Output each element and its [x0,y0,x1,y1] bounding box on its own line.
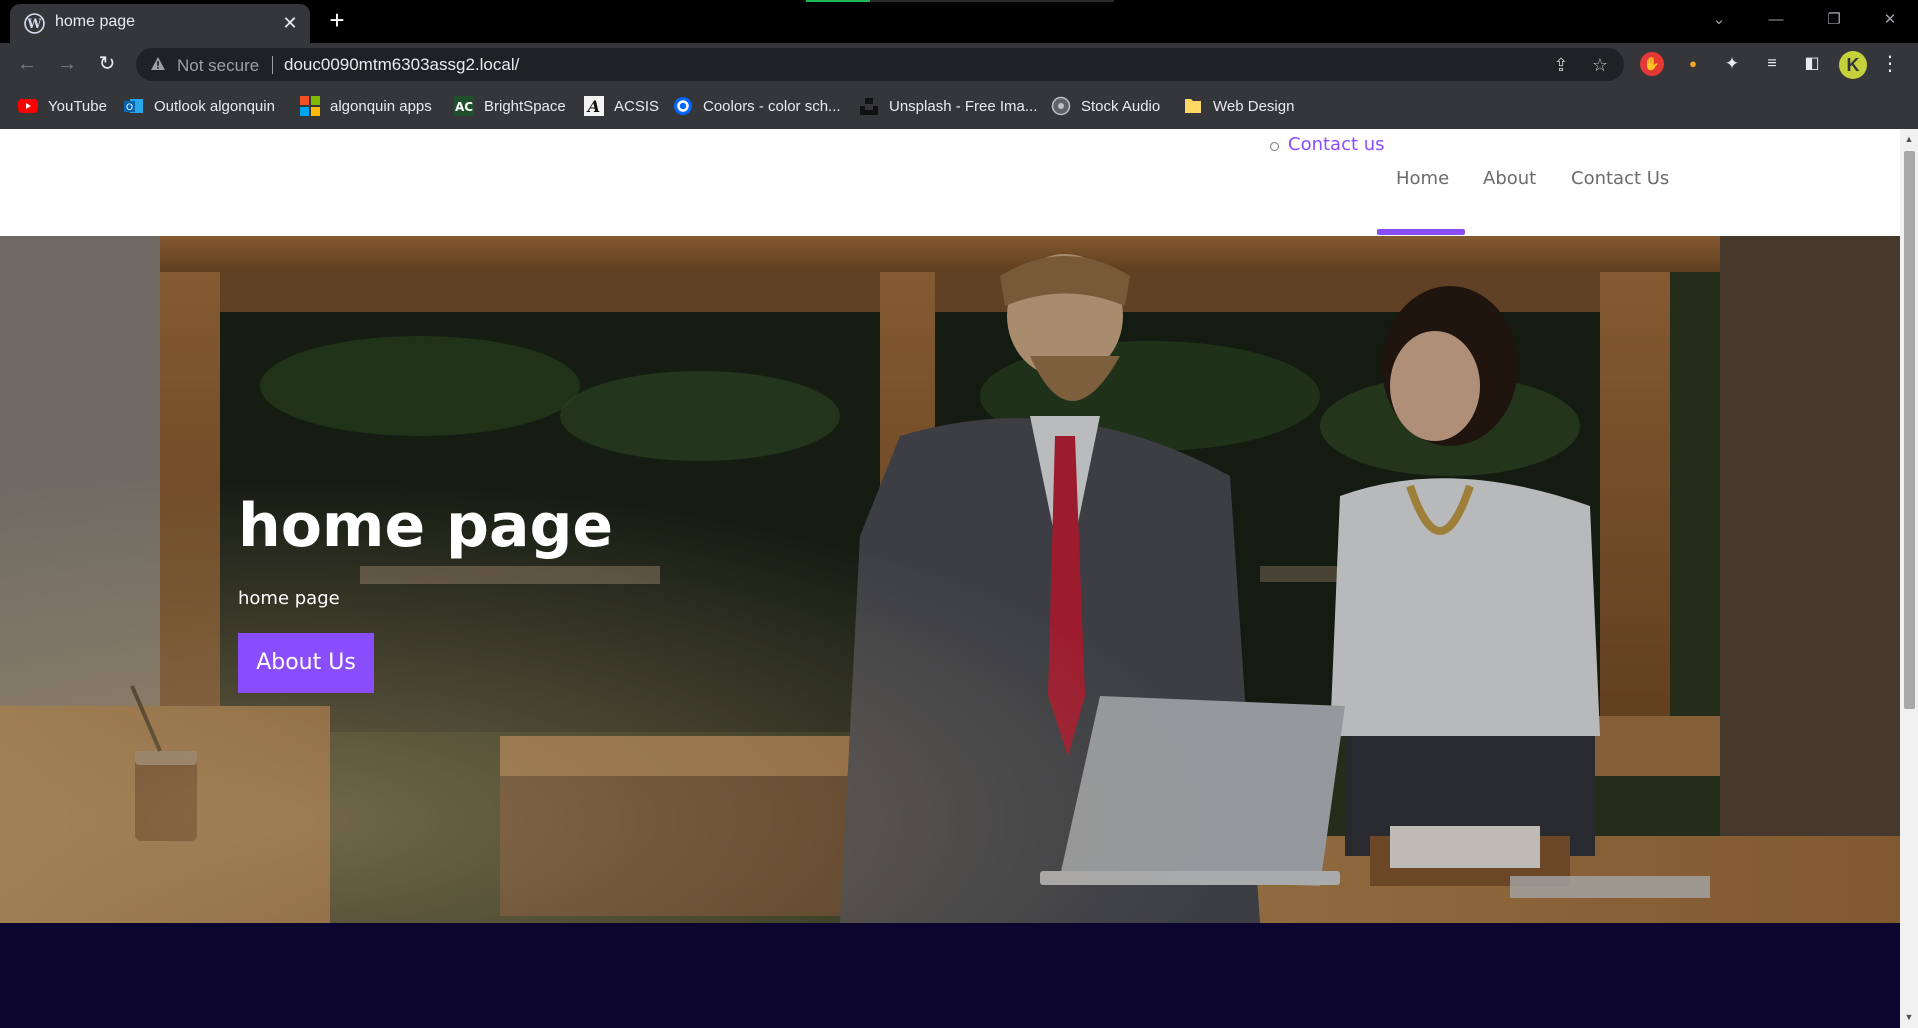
svg-text:W: W [26,16,42,31]
stock-audio-icon [1051,96,1071,116]
site-header: Contact us Home About Contact Us [0,129,1900,236]
side-panel-icon[interactable]: ◧ [1800,52,1824,76]
scroll-thumb[interactable] [1904,151,1915,709]
bookmark-star-icon[interactable]: ☆ [1589,54,1611,76]
browser-tab-active[interactable]: W home page ✕ [10,4,310,43]
brightspace-icon: AC [454,96,474,116]
media-progress-line [806,0,1114,2]
omnibox-divider [272,56,273,74]
bookmarks-bar: YouTube O Outlook algonquin algonquin ap… [0,85,1918,129]
dark-section [0,923,1900,1028]
not-secure-label[interactable]: Not secure [177,56,259,76]
adblock-extension-icon[interactable]: ✋ [1640,52,1664,76]
nav-home[interactable]: Home [1396,168,1449,189]
warning-icon [151,57,165,70]
close-window-button[interactable]: ✕ [1870,6,1910,34]
unsplash-icon [859,96,879,116]
page-viewport: Contact us Home About Contact Us home pa… [0,129,1900,1028]
bookmark-coolors[interactable]: Coolors - color sch... [673,95,841,117]
nav-contact-us[interactable]: Contact Us [1571,168,1669,189]
browser-menu-icon[interactable]: ⋮ [1880,51,1900,77]
reload-button[interactable]: ↻ [93,50,121,78]
hero-background-image [0,236,1900,923]
youtube-icon [18,96,38,116]
extensions-puzzle-icon[interactable]: ✦ [1720,52,1744,76]
tab-search-icon[interactable]: ⌄ [1699,6,1739,34]
url-text[interactable]: douc0090mtm6303assg2.local/ [284,55,519,75]
bookmark-brightspace[interactable]: AC BrightSpace [454,95,566,117]
folder-icon [1183,96,1203,116]
svg-text:A: A [586,97,600,116]
bookmark-web-design[interactable]: Web Design [1183,95,1294,117]
address-bar[interactable]: Not secure douc0090mtm6303assg2.local/ ⇪… [136,48,1624,81]
nav-about[interactable]: About [1483,168,1536,189]
forward-button[interactable]: → [53,50,81,78]
profile-avatar[interactable]: K [1839,51,1867,79]
restore-button[interactable]: ❐ [1814,6,1854,34]
list-bullet [1270,142,1279,151]
honey-extension-icon[interactable]: ● [1681,52,1705,76]
browser-toolbar: ← → ↻ Not secure douc0090mtm6303assg2.lo… [0,43,1918,85]
bookmark-unsplash[interactable]: Unsplash - Free Ima... [859,95,1037,117]
about-us-button[interactable]: About Us [238,633,374,693]
coolors-icon [673,96,693,116]
hero-subtitle: home page [238,588,340,609]
scroll-down-arrow-icon[interactable]: ▼ [1900,1009,1918,1025]
page-scrollbar[interactable]: ▲ ▼ [1900,129,1918,1028]
microsoft-icon [300,96,320,116]
nav-active-indicator [1377,229,1465,235]
hero-section: home page home page About Us [0,236,1900,923]
wordpress-icon: W [24,13,45,34]
minimize-button[interactable]: — [1756,6,1796,34]
bookmark-stock-audio[interactable]: Stock Audio [1051,95,1160,117]
media-queue-icon[interactable]: ≡ [1760,52,1784,76]
svg-text:AC: AC [455,100,473,114]
submenu-contact-link[interactable]: Contact us [1288,134,1385,155]
acsis-icon: A [584,96,604,116]
new-tab-button[interactable]: + [324,7,350,34]
scroll-up-arrow-icon[interactable]: ▲ [1900,131,1918,147]
close-tab-icon[interactable]: ✕ [278,11,302,35]
bookmark-algonquin-apps[interactable]: algonquin apps [300,95,432,117]
browser-titlebar: W home page ✕ + ⌄ — ❐ ✕ [0,0,1918,43]
bookmark-acsis[interactable]: A ACSIS [584,95,659,117]
back-button[interactable]: ← [13,50,41,78]
svg-text:O: O [126,103,133,113]
bookmark-outlook[interactable]: O Outlook algonquin [124,95,275,117]
hero-title: home page [238,491,614,561]
share-icon[interactable]: ⇪ [1550,54,1572,76]
outlook-icon: O [124,96,144,116]
bookmark-youtube[interactable]: YouTube [18,95,107,117]
tab-title: home page [55,13,136,30]
